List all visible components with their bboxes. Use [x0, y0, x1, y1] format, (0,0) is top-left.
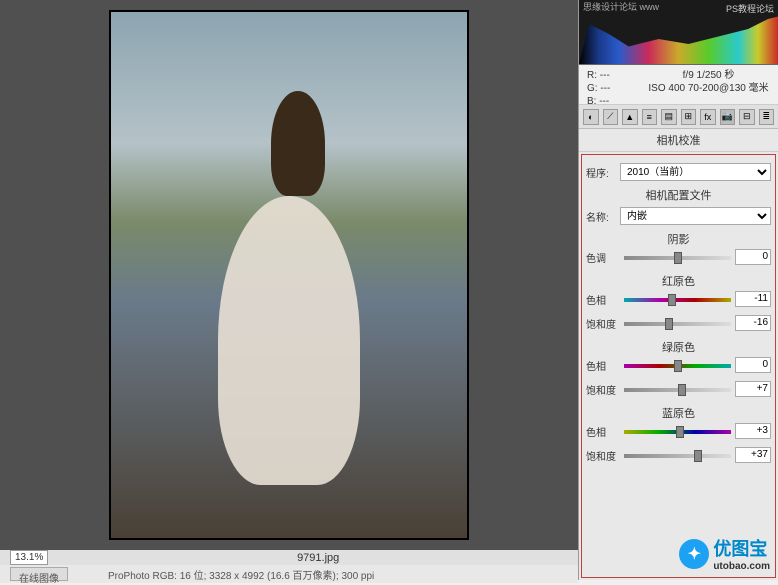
histogram-watermark-left: 思缘设计论坛 www: [583, 2, 659, 13]
green-hue-label: 色相: [586, 358, 620, 373]
zoom-level[interactable]: 13.1%: [10, 550, 48, 565]
blue-header: 蓝原色: [586, 405, 771, 421]
process-select[interactable]: 2010（当前）: [620, 163, 771, 181]
status-bar: 在线图像 ProPhoto RGB: 16 位; 3328 x 4992 (16…: [0, 565, 578, 583]
shadow-tint-label: 色调: [586, 250, 620, 265]
exif-iso: ISO 400 70-200@130 毫米: [647, 82, 770, 95]
blue-hue-value[interactable]: +3: [735, 423, 771, 439]
blue-sat-label: 饱和度: [586, 448, 620, 463]
photo-preview[interactable]: [109, 10, 469, 540]
exif-readout: R: --- G: --- B: --- f/9 1/250 秒 ISO 400…: [579, 65, 778, 105]
histogram[interactable]: 思缘设计论坛 www PS教程论坛: [579, 0, 778, 65]
tab-basic-icon[interactable]: ◐: [583, 109, 599, 125]
panel-title: 相机校准: [579, 129, 778, 152]
red-hue-value[interactable]: -11: [735, 291, 771, 307]
tab-preset-icon[interactable]: ⊟: [739, 109, 755, 125]
profile-header: 相机配置文件: [586, 187, 771, 203]
tab-split-icon[interactable]: ▤: [661, 109, 677, 125]
image-info: ProPhoto RGB: 16 位; 3328 x 4992 (16.6 百万…: [108, 567, 374, 581]
blue-hue-label: 色相: [586, 424, 620, 439]
histogram-watermark-right: PS教程论坛: [726, 2, 774, 15]
zoom-bar: 13.1% 9791.jpg: [0, 550, 578, 565]
red-sat-value[interactable]: -16: [735, 315, 771, 331]
watermark-text: 优图宝: [713, 535, 770, 561]
watermark-bird-icon: ✦: [679, 539, 709, 569]
blue-hue-slider[interactable]: [624, 430, 731, 434]
watermark: ✦ 优图宝 utobao.com: [679, 535, 770, 572]
tab-calibration-icon[interactable]: 📷: [720, 109, 736, 125]
exif-aperture: f/9 1/250 秒: [647, 69, 770, 82]
watermark-url: utobao.com: [713, 561, 770, 572]
tab-detail-icon[interactable]: ▲: [622, 109, 638, 125]
green-hue-value[interactable]: 0: [735, 357, 771, 373]
red-sat-slider[interactable]: [624, 322, 731, 326]
calibration-panel: 程序: 2010（当前） 相机配置文件 名称: 内嵌 阴影 色调 0 红原色 色…: [581, 154, 776, 578]
tab-online-image[interactable]: 在线图像: [10, 567, 68, 581]
tab-fx-icon[interactable]: fx: [700, 109, 716, 125]
shadow-header: 阴影: [586, 231, 771, 247]
filename-label: 9791.jpg: [68, 552, 568, 564]
exif-r: R: ---: [587, 69, 647, 82]
green-hue-slider[interactable]: [624, 364, 731, 368]
blue-sat-value[interactable]: +37: [735, 447, 771, 463]
main-canvas-area: 13.1% 9791.jpg 在线图像 ProPhoto RGB: 16 位; …: [0, 0, 578, 580]
tab-snapshot-icon[interactable]: ≣: [759, 109, 775, 125]
green-header: 绿原色: [586, 339, 771, 355]
red-hue-slider[interactable]: [624, 298, 731, 302]
process-label: 程序:: [586, 165, 616, 180]
blue-sat-slider[interactable]: [624, 454, 731, 458]
tab-curve-icon[interactable]: ⟋: [603, 109, 619, 125]
exif-g: G: ---: [587, 82, 647, 95]
red-sat-label: 饱和度: [586, 316, 620, 331]
panel-tabs: ◐ ⟋ ▲ ≡ ▤ ⊞ fx 📷 ⊟ ≣: [579, 105, 778, 129]
green-sat-value[interactable]: +7: [735, 381, 771, 397]
tab-hsl-icon[interactable]: ≡: [642, 109, 658, 125]
tab-lens-icon[interactable]: ⊞: [681, 109, 697, 125]
right-panel: 思缘设计论坛 www PS教程论坛 R: --- G: --- B: --- f…: [578, 0, 778, 580]
green-sat-slider[interactable]: [624, 388, 731, 392]
red-hue-label: 色相: [586, 292, 620, 307]
shadow-tint-slider[interactable]: [624, 256, 731, 260]
canvas-viewport[interactable]: [0, 0, 578, 550]
shadow-tint-value[interactable]: 0: [735, 249, 771, 265]
histogram-curve: [579, 14, 778, 64]
red-header: 红原色: [586, 273, 771, 289]
name-label: 名称:: [586, 209, 616, 224]
name-select[interactable]: 内嵌: [620, 207, 771, 225]
green-sat-label: 饱和度: [586, 382, 620, 397]
